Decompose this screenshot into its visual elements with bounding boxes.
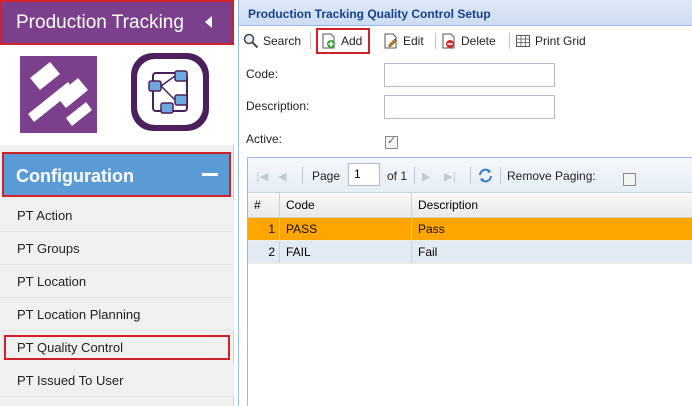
search-button-label: Search (263, 34, 302, 48)
edit-button[interactable]: Edit (383, 30, 424, 52)
delete-button-label: Delete (461, 34, 496, 48)
table-row[interactable]: 2 FAIL Fail (248, 241, 692, 264)
column-header-number[interactable]: # (248, 193, 280, 217)
toolbar-separator (435, 33, 436, 49)
cell-description: Pass (418, 222, 445, 236)
page-number-input[interactable]: 1 (348, 163, 380, 186)
sidebar-item-pt-location-planning[interactable]: PT Location Planning (0, 298, 234, 331)
sidebar-item-pt-quality-control[interactable]: PT Quality Control (4, 335, 230, 360)
grid-icon (515, 33, 531, 49)
code-label: Code: (246, 67, 279, 81)
toolbar-separator (310, 33, 311, 49)
sidebar-item-pt-groups[interactable]: PT Groups (0, 232, 234, 265)
pager-separator (470, 167, 471, 184)
remove-paging-label: Remove Paging: (507, 169, 596, 183)
delete-document-icon (441, 33, 457, 49)
last-page-icon[interactable]: ▶| (444, 170, 456, 183)
cell-code: PASS (280, 218, 412, 240)
magnifier-icon (243, 33, 259, 49)
search-button[interactable]: Search (243, 30, 301, 52)
add-button-label: Add (341, 34, 363, 48)
sidebar-item-pt-location[interactable]: PT Location (0, 265, 234, 298)
row-number: 1 (248, 218, 280, 240)
configuration-nav-list: PT Action PT Groups PT Location PT Locat… (0, 199, 234, 397)
pager-separator (414, 167, 415, 184)
production-tracking-app-icon (131, 53, 209, 131)
print-grid-button-label: Print Grid (535, 34, 586, 48)
sidebar-item-pt-issued-to-user[interactable]: PT Issued To User (0, 364, 234, 397)
configuration-title: Configuration (16, 166, 134, 186)
add-button[interactable]: Add (316, 28, 371, 54)
main-panel: Production Tracking Quality Control Setu… (238, 0, 692, 406)
sidebar-title: Production Tracking (16, 12, 184, 33)
sidebar: Production Tracking Configuration PT Act… (0, 0, 234, 406)
edit-document-icon (383, 33, 399, 49)
collapse-minus-icon[interactable] (202, 173, 218, 176)
pager-separator (302, 167, 303, 184)
column-header-description[interactable]: Description (412, 193, 692, 217)
description-input[interactable] (384, 95, 555, 119)
page-count-label: of 1 (387, 169, 408, 183)
pager-separator (500, 167, 501, 184)
grid-pager: |◀ ◀ Page 1 of 1 ▶ ▶| Remove Paging: (248, 158, 692, 193)
panel-title: Production Tracking Quality Control Setu… (239, 0, 692, 26)
column-header-code[interactable]: Code (280, 193, 412, 217)
sidebar-header[interactable]: Production Tracking (0, 0, 234, 45)
add-document-icon (321, 33, 337, 49)
cell-description: Fail (418, 245, 438, 259)
collapse-arrow-icon[interactable] (205, 16, 212, 28)
delete-button[interactable]: Delete (441, 30, 496, 52)
toolbar: Search Add Edit Delete Print Grid (239, 26, 692, 56)
grid-header: # Code Description (248, 193, 692, 218)
table-row[interactable]: 1 PASS Pass (248, 218, 692, 241)
description-label: Description: (246, 99, 310, 113)
active-checkbox[interactable] (385, 134, 398, 149)
edit-button-label: Edit (403, 34, 424, 48)
data-grid: |◀ ◀ Page 1 of 1 ▶ ▶| Remove Paging: # C… (247, 157, 692, 406)
refresh-icon[interactable] (477, 167, 494, 187)
code-input[interactable] (384, 63, 555, 87)
page-label: Page (312, 169, 341, 183)
remove-paging-checkbox[interactable] (623, 173, 636, 186)
next-page-icon[interactable]: ▶ (422, 170, 430, 183)
previous-page-icon[interactable]: ◀ (278, 170, 286, 183)
print-grid-button[interactable]: Print Grid (515, 30, 586, 52)
logo-area (0, 45, 234, 145)
company-logo (20, 56, 97, 133)
configuration-section-header[interactable]: Configuration (2, 152, 231, 197)
row-number: 2 (248, 241, 280, 263)
sidebar-item-pt-action[interactable]: PT Action (0, 199, 234, 232)
cell-code: FAIL (280, 241, 412, 263)
first-page-icon[interactable]: |◀ (256, 170, 268, 183)
toolbar-separator (509, 33, 510, 49)
active-label: Active: (246, 132, 283, 146)
